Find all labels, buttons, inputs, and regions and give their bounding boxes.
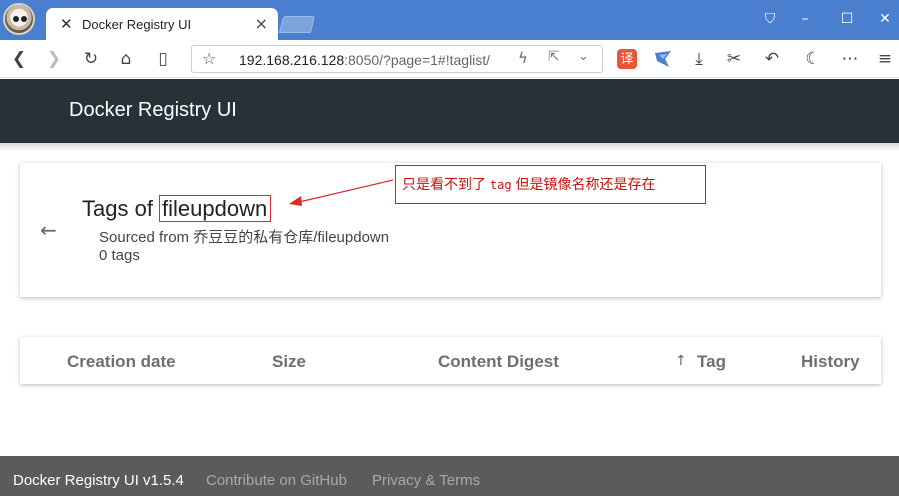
download-icon[interactable]: ⤓ xyxy=(688,48,710,70)
page-title: Tags of fileupdown xyxy=(82,195,272,222)
tags-table: Creation date Size Content Digest ↑ Tag … xyxy=(20,337,881,384)
annotation-callout: 只是看不到了 tag 但是镜像名称还是存在 xyxy=(395,165,706,204)
chevron-down-icon[interactable]: ⌄ xyxy=(578,49,589,64)
column-header-content-digest[interactable]: Content Digest xyxy=(438,352,559,372)
repo-name: fileupdown xyxy=(159,195,272,222)
reload-icon[interactable]: ↻ xyxy=(80,48,102,70)
column-header-history[interactable]: History xyxy=(801,352,860,372)
night-mode-icon[interactable]: ☾ xyxy=(802,48,824,70)
annotation-arrow xyxy=(289,179,394,206)
footer-privacy-link[interactable]: Privacy & Terms xyxy=(372,472,480,489)
scissors-icon[interactable]: ✂ xyxy=(723,48,745,70)
back-icon[interactable]: ❮ xyxy=(8,48,30,70)
profile-avatar[interactable] xyxy=(3,3,35,35)
annotation-text-mono: tag xyxy=(489,178,512,192)
address-bar[interactable]: ☆ 192.168.216.128:8050/?page=1#!taglist/… xyxy=(191,45,603,73)
sourced-from-text: Sourced from 乔豆豆的私有仓库/fileupdown xyxy=(99,229,390,246)
address-url: 192.168.216.128:8050/?page=1#!taglist/ xyxy=(239,52,490,68)
address-path: :8050/?page=1#!taglist/ xyxy=(344,52,491,68)
bolt-icon[interactable]: ϟ xyxy=(518,49,528,67)
close-window-icon[interactable]: ✕ xyxy=(873,8,897,30)
address-host: 192.168.216.128 xyxy=(239,52,345,68)
column-header-size[interactable]: Size xyxy=(272,352,306,372)
menu-icon[interactable]: ≡ xyxy=(874,48,896,70)
forward-icon[interactable]: ❯ xyxy=(43,48,65,70)
tab-close-icon[interactable]: × xyxy=(255,14,268,33)
footer-version: Docker Registry UI v1.5.4 xyxy=(13,472,184,489)
footer: Docker Registry UI v1.5.4 Contribute on … xyxy=(0,456,899,496)
share-icon[interactable]: ⇱ xyxy=(548,49,560,65)
back-arrow-icon[interactable]: ← xyxy=(40,218,57,242)
home-icon[interactable]: ⌂ xyxy=(115,48,137,70)
reader-mode-icon[interactable]: ▯ xyxy=(152,48,174,70)
minimize-icon[interactable]: – xyxy=(793,8,817,30)
undo-icon[interactable]: ↶ xyxy=(761,48,783,70)
avatar-eye-right xyxy=(21,16,27,22)
browser-toolbar: ❮ ❯ ↻ ⌂ ▯ ☆ 192.168.216.128:8050/?page=1… xyxy=(0,40,899,78)
app-header: Docker Registry UI xyxy=(0,79,899,143)
column-header-creation-date[interactable]: Creation date xyxy=(67,352,176,372)
new-tab-button[interactable] xyxy=(278,16,316,33)
bookmark-star-icon[interactable]: ☆ xyxy=(202,49,216,68)
shirt-skin-icon[interactable]: ⛉ xyxy=(758,8,782,30)
app-title[interactable]: Docker Registry UI xyxy=(69,99,237,122)
annotation-text-after: 但是镜像名称还是存在 xyxy=(511,176,656,192)
maximize-icon[interactable]: ☐ xyxy=(835,8,859,30)
column-header-tag[interactable]: Tag xyxy=(697,352,726,372)
translate-icon[interactable]: 译 xyxy=(617,49,637,69)
browser-titlebar: ✕ Docker Registry UI × ⛉ – ☐ ✕ xyxy=(0,0,899,40)
annotation-text-before: 只是看不到了 xyxy=(402,176,490,192)
title-prefix: Tags of xyxy=(82,196,160,221)
more-icon[interactable]: ⋯ xyxy=(839,48,861,70)
avatar-eye-left xyxy=(13,16,19,22)
extension-icon[interactable] xyxy=(653,49,673,69)
footer-github-link[interactable]: Contribute on GitHub xyxy=(206,472,347,489)
docker-registry-icon: ✕ xyxy=(60,15,73,33)
tab-title: Docker Registry UI xyxy=(82,17,192,32)
tag-count: 0 tags xyxy=(99,247,140,264)
sort-ascending-icon[interactable]: ↑ xyxy=(675,353,687,369)
browser-tab-active[interactable]: ✕ Docker Registry UI × xyxy=(46,8,278,40)
header-shadow xyxy=(0,143,899,151)
